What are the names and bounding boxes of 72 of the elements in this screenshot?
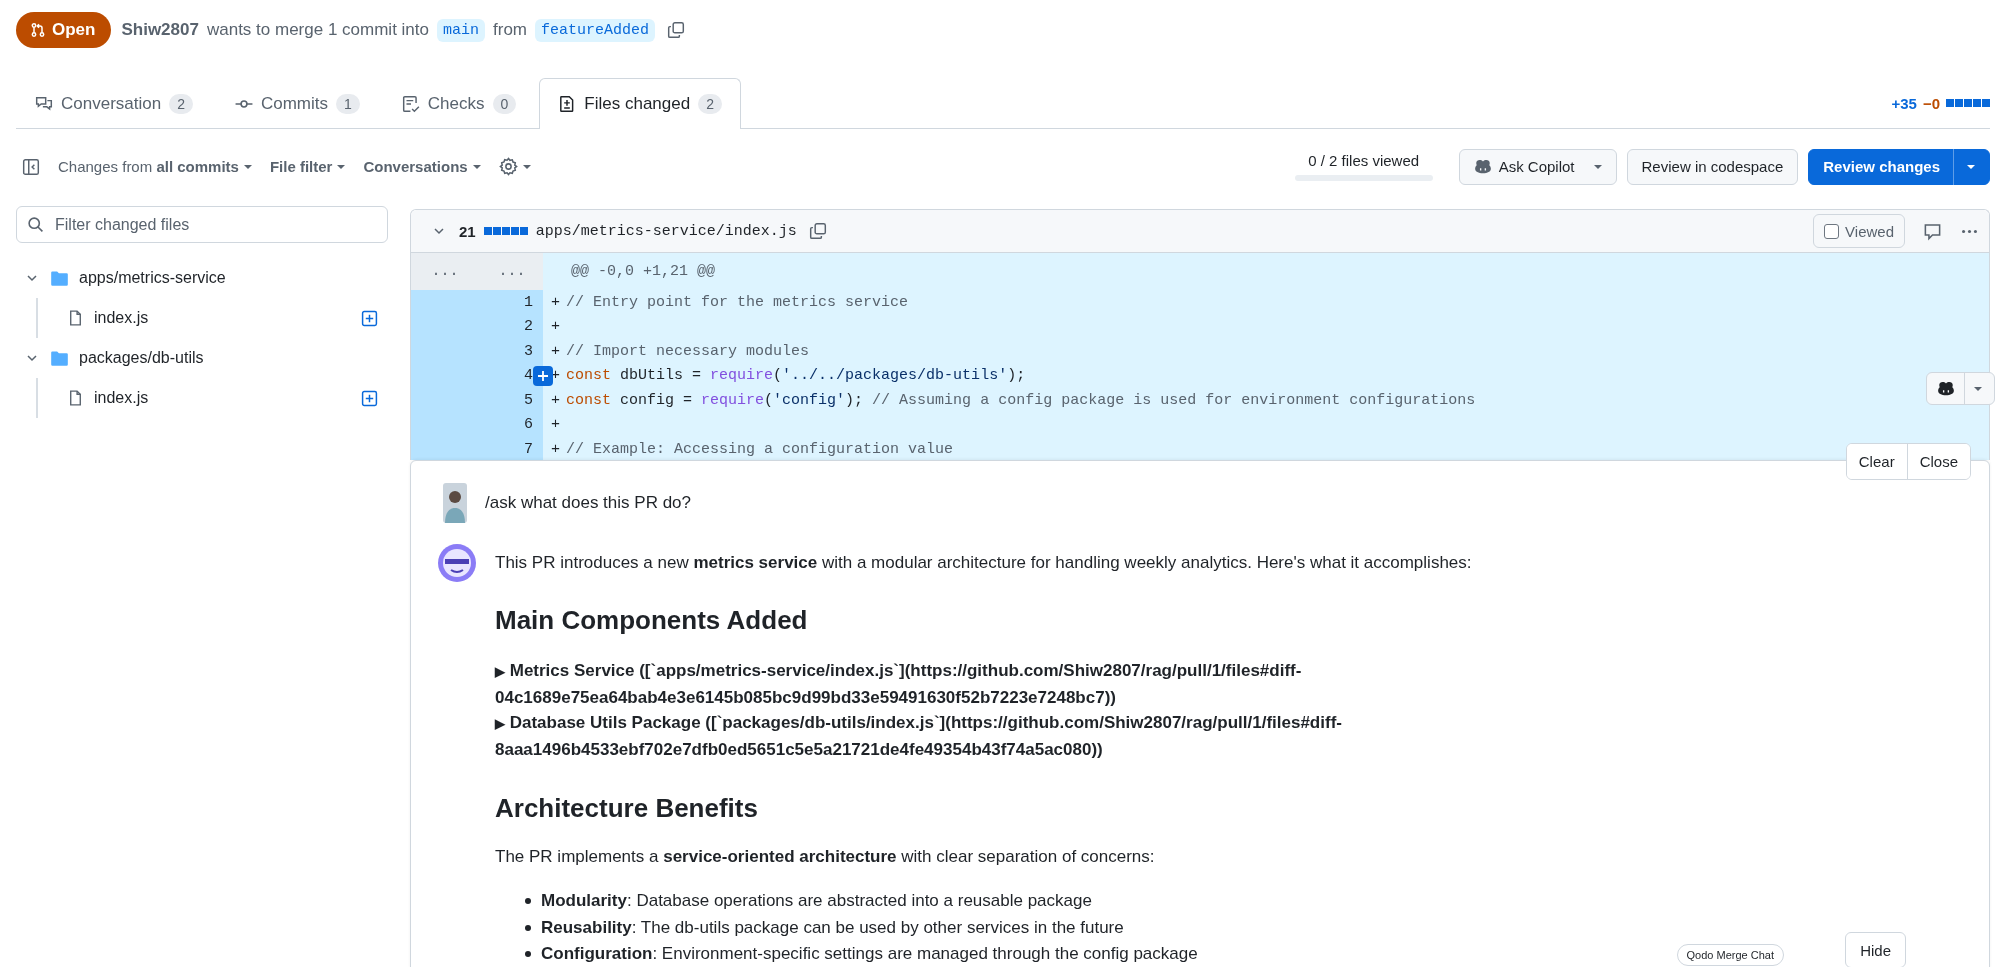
line-number: 6: [491, 412, 543, 437]
file-filter-dropdown[interactable]: File filter: [269, 158, 346, 175]
hunk-header: @@ -0,0 +1,21 @@: [570, 263, 716, 280]
copilot-button[interactable]: [1926, 372, 1995, 405]
copy-icon[interactable]: [667, 21, 686, 39]
expand-marker[interactable]: ...: [411, 253, 491, 290]
speech-bubbles-icon: [35, 94, 53, 113]
file-icon: [67, 309, 84, 327]
line-number: 2: [491, 314, 543, 339]
tab-count: 2: [169, 93, 193, 114]
diffstat-squares-icon: [483, 227, 528, 235]
hide-button[interactable]: Hide: [1845, 932, 1906, 967]
file-path[interactable]: apps/metrics-service/index.js: [535, 222, 797, 240]
file-icon: [67, 389, 84, 407]
settings-dropdown[interactable]: [498, 157, 531, 176]
search-icon: [27, 216, 44, 233]
line-number: 1: [491, 290, 543, 315]
checklist-icon: [401, 94, 420, 113]
section-heading: Main Components Added: [495, 604, 809, 636]
list-item: Modularity: Database operations are abstracted into a reusable package: [541, 890, 1092, 912]
filter-files-field[interactable]: Filter changed files: [16, 206, 388, 243]
chat-label: Qodo Merge Chat: [1676, 944, 1784, 966]
deletions-count: −0: [1922, 94, 1940, 112]
folder-icon: [50, 268, 69, 288]
file-item[interactable]: index.js: [94, 389, 351, 407]
base-branch-label[interactable]: main: [437, 18, 485, 42]
line-number: 5: [491, 388, 543, 413]
changed-lines-count: 21: [459, 222, 476, 240]
conversations-dropdown[interactable]: Conversations: [363, 158, 481, 175]
comment-icon[interactable]: [1923, 221, 1942, 241]
merge-description: wants to merge 1 commit into: [206, 20, 429, 40]
tab-count: 2: [698, 94, 722, 114]
user-avatar: [443, 483, 467, 523]
tab-count: 0: [492, 93, 517, 114]
additions-count: +35: [1891, 94, 1917, 112]
folder-item[interactable]: packages/db-utils: [16, 338, 388, 378]
file-item[interactable]: index.js: [94, 309, 351, 327]
diffstat-squares-icon: [1946, 99, 1990, 107]
author-name[interactable]: Shiw2807: [121, 20, 199, 40]
expand-marker[interactable]: ...: [491, 253, 543, 290]
changes-from-dropdown[interactable]: Changes from all commits: [58, 158, 252, 175]
message-paragraph: This PR introduces a new metrics service with a modular architecture for handling weekly analytics. Here's what it accomplishes:: [495, 552, 1473, 574]
close-button[interactable]: Close: [1906, 444, 1970, 479]
files-viewed-count: 0 / 2 files viewed: [1308, 152, 1420, 169]
open-state-badge: Open: [16, 12, 112, 48]
tab[interactable]: Commits 1: [215, 78, 379, 128]
bot-avatar: [437, 543, 477, 583]
tab[interactable]: Checks 0: [382, 78, 536, 128]
sidebar-toggle-icon[interactable]: [22, 157, 40, 176]
line-number: 3: [491, 339, 543, 364]
review-changes-button[interactable]: Review changes: [1808, 148, 1990, 185]
folder-item[interactable]: apps/metrics-service: [16, 258, 388, 298]
folder-icon: [50, 348, 69, 368]
message-paragraph: The PR implements a service-oriented architecture with clear separation of concerns:: [495, 846, 1156, 868]
line-number: 7: [491, 437, 543, 460]
tab-count: 1: [336, 93, 360, 114]
copy-icon[interactable]: [808, 222, 827, 240]
plus-square-icon[interactable]: [361, 389, 378, 407]
review-in-codespace-button[interactable]: Review in codespace: [1626, 148, 1799, 185]
tab[interactable]: Files changed 2: [539, 78, 741, 129]
tab[interactable]: Conversation 2: [16, 78, 212, 128]
section-heading: Architecture Benefits: [495, 792, 759, 824]
list-item: Configuration: Environment-specific settings are managed through the config package: [541, 943, 1198, 965]
collapsible-summary[interactable]: ▶ Metrics Service ([`apps/metrics-service/index.js`](https://github.com/Shiw2807/rag/pull/1/files#diff-04c1689e75ea64bab4e3e6145b085bc9d99bd33e59491630f52b7223e7248bc7)): [495, 658, 1615, 710]
viewed-checkbox[interactable]: Viewed: [1813, 214, 1905, 248]
ask-copilot-button[interactable]: Ask Copilot: [1458, 148, 1617, 185]
collapsible-summary[interactable]: ▶ Database Utils Package ([`packages/db-utils/index.js`](https://github.com/Shiw2807/rag/pull/1/files#diff-8aaa1496b4533ebf702e7dfb0ed5651c5e5a21721de4fe49354b43f74a5ac080)): [495, 710, 1615, 762]
from-text: from: [493, 20, 527, 40]
plus-square-icon[interactable]: [361, 309, 378, 327]
head-branch-label[interactable]: featureAdded: [535, 18, 656, 42]
list-item: Reusability: The db-utils package can be used by other services in the future: [541, 916, 1124, 939]
user-message: /ask what does this PR do?: [485, 493, 691, 513]
